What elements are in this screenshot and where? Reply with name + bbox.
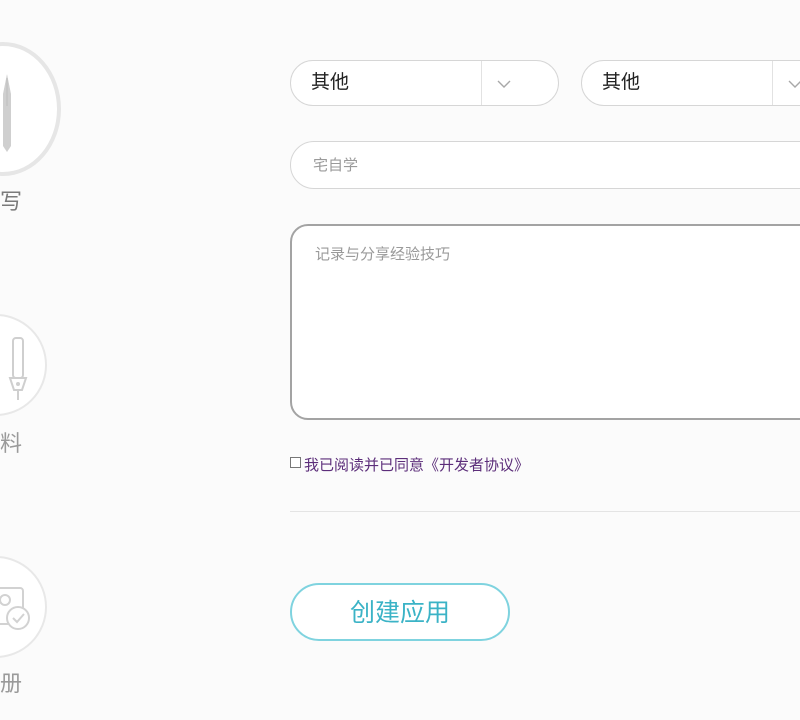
chevron-down-icon[interactable]	[496, 76, 512, 92]
developer-agreement-link[interactable]: 我已阅读并已同意《开发者协议》	[304, 458, 529, 473]
create-app-button[interactable]: 创建应用	[290, 583, 510, 641]
category-select-secondary[interactable]: 其他	[581, 60, 800, 106]
badge-check-icon	[0, 587, 30, 630]
step-circle	[0, 556, 47, 658]
select-value: 其他	[311, 71, 350, 93]
select-divider	[772, 61, 773, 105]
chevron-down-icon[interactable]	[787, 76, 800, 92]
step-label: 填写	[0, 190, 23, 215]
category-select-primary[interactable]: 其他	[290, 60, 559, 106]
step-label: 注册	[0, 672, 23, 697]
step-circle	[0, 314, 47, 416]
select-value: 其他	[602, 71, 641, 93]
app-name-input[interactable]	[290, 141, 800, 189]
form-divider	[290, 511, 800, 512]
select-divider	[481, 61, 482, 105]
create-app-page: 填写 资料 注册 其他	[0, 0, 800, 720]
pen-nib-icon	[3, 74, 11, 152]
app-description-textarea[interactable]	[290, 224, 800, 420]
step-circle	[0, 42, 61, 176]
step-label: 资料	[0, 432, 23, 457]
pen-icon	[8, 337, 28, 400]
agreement-checkbox[interactable]	[290, 457, 301, 468]
